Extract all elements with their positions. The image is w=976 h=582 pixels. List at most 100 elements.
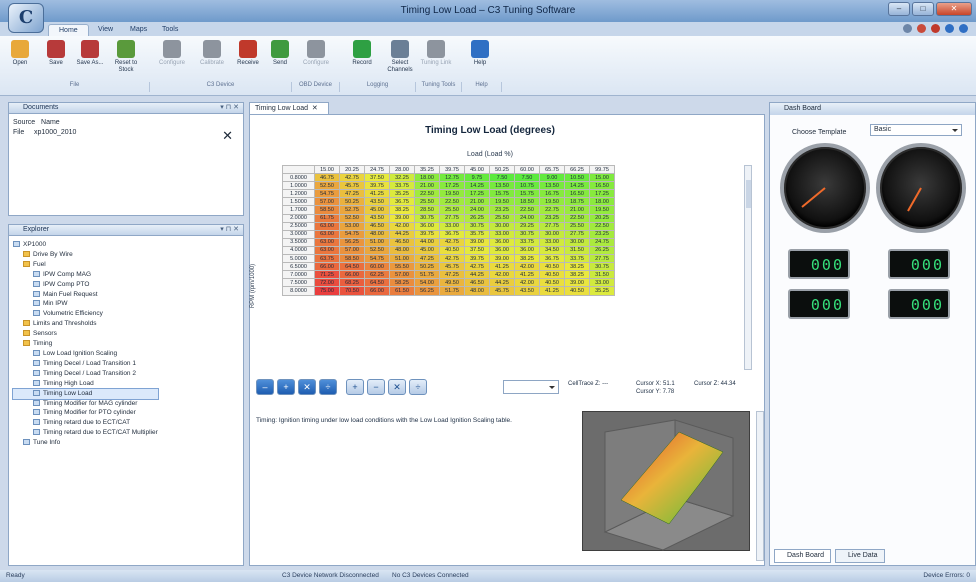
table-cell[interactable]: 35.25 <box>389 189 415 199</box>
reset-to-stock-button[interactable]: Reset to Stock <box>110 38 142 82</box>
tree-item[interactable]: Timing High Load <box>13 379 158 389</box>
tree-item[interactable]: Low Load Ignition Scaling <box>13 349 158 359</box>
table-cell[interactable]: 30.75 <box>514 229 540 239</box>
table-cell[interactable]: 52.75 <box>339 205 365 215</box>
table-cell[interactable]: 48.00 <box>389 245 415 256</box>
table-cell[interactable]: 61.75 <box>314 213 340 223</box>
table-cell[interactable]: 23.25 <box>489 205 515 215</box>
table-cell[interactable]: 46.75 <box>314 173 340 183</box>
table-cell[interactable]: 41.25 <box>539 286 565 296</box>
table-cell[interactable]: 9.75 <box>464 173 490 183</box>
table-cell[interactable]: 38.25 <box>564 270 590 280</box>
add-button[interactable]: + <box>346 379 364 395</box>
receive-button[interactable]: Receive <box>232 38 264 82</box>
table-cell[interactable]: 36.00 <box>414 221 440 231</box>
row-header[interactable]: 5.0000 <box>282 254 315 264</box>
column-header[interactable]: 15.00 <box>314 164 340 175</box>
row-header[interactable]: 3.0000 <box>282 229 315 239</box>
tree-item[interactable]: Main Fuel Request <box>13 290 158 300</box>
document-row[interactable]: File xp1000_2010 <box>13 128 76 138</box>
table-cell[interactable]: 40.50 <box>564 286 590 296</box>
table-cell[interactable]: 44.25 <box>464 270 490 280</box>
table-cell[interactable]: 27.75 <box>439 213 465 223</box>
table-cell[interactable]: 7.50 <box>489 173 515 183</box>
table-cell[interactable]: 15.75 <box>489 189 515 199</box>
select-channels-button[interactable]: Select Channels <box>384 38 416 82</box>
table-cell[interactable]: 63.00 <box>314 245 340 256</box>
table-cell[interactable]: 45.75 <box>439 262 465 272</box>
table-cell[interactable]: 32.25 <box>389 173 415 183</box>
table-cell[interactable]: 39.75 <box>464 254 490 264</box>
table-cell[interactable]: 47.25 <box>439 270 465 280</box>
column-name[interactable]: Name <box>41 119 60 126</box>
table-cell[interactable]: 20.25 <box>589 213 615 223</box>
send-button[interactable]: Send <box>264 38 296 82</box>
table-cell[interactable]: 30.00 <box>539 229 565 239</box>
row-header[interactable]: 1.5000 <box>282 197 315 207</box>
row-header[interactable]: 0.8000 <box>282 173 315 183</box>
row-header[interactable]: 6.5000 <box>282 262 315 272</box>
table-cell[interactable]: 43.50 <box>364 197 390 207</box>
column-header[interactable]: 45.00 <box>464 164 490 175</box>
table-cell[interactable]: 58.50 <box>339 254 365 264</box>
table-cell[interactable]: 64.50 <box>364 278 390 288</box>
table-cell[interactable]: 22.50 <box>514 205 540 215</box>
table-cell[interactable]: 66.00 <box>314 262 340 272</box>
table-cell[interactable]: 39.00 <box>489 254 515 264</box>
open-button[interactable]: Open <box>4 38 36 82</box>
table-cell[interactable]: 57.00 <box>339 245 365 256</box>
tree-item[interactable]: Timing Decel / Load Transition 1 <box>13 359 158 369</box>
table-cell[interactable]: 70.50 <box>339 286 365 296</box>
minimize-button[interactable]: – <box>888 2 910 16</box>
subtract-button[interactable]: − <box>367 379 385 395</box>
scroll-thumb[interactable] <box>746 180 751 208</box>
maximize-button[interactable]: □ <box>912 2 934 16</box>
table-cell[interactable]: 44.25 <box>389 229 415 239</box>
table-cell[interactable]: 16.50 <box>589 181 615 191</box>
table-cell[interactable]: 42.75 <box>439 254 465 264</box>
table-cell[interactable]: 52.50 <box>314 181 340 191</box>
table-cell[interactable]: 55.50 <box>389 262 415 272</box>
table-cell[interactable]: 46.50 <box>464 278 490 288</box>
table-cell[interactable]: 40.50 <box>539 262 565 272</box>
table-cell[interactable]: 41.25 <box>489 262 515 272</box>
table-cell[interactable]: 62.25 <box>364 270 390 280</box>
table-cell[interactable]: 33.00 <box>439 221 465 231</box>
table-cell[interactable]: 42.75 <box>464 262 490 272</box>
table-cell[interactable]: 39.75 <box>364 181 390 191</box>
table-cell[interactable]: 43.50 <box>364 213 390 223</box>
row-header[interactable]: 7.0000 <box>282 270 315 280</box>
tab-timing-low-load[interactable]: Timing Low Load ✕ <box>249 102 329 114</box>
options-icon[interactable] <box>917 24 926 33</box>
table-cell[interactable]: 18.00 <box>414 173 440 183</box>
table-cell[interactable]: 30.00 <box>489 221 515 231</box>
table-cell[interactable]: 63.00 <box>314 229 340 239</box>
tab-home[interactable]: Home <box>48 24 89 36</box>
tree-item[interactable]: Sensors <box>13 329 158 339</box>
table-cell[interactable]: 33.00 <box>489 229 515 239</box>
tree-item[interactable]: IPW Comp MAG <box>13 270 158 280</box>
status-device-errors[interactable]: Device Errors: 0 <box>923 570 970 582</box>
table-cell[interactable]: 42.00 <box>514 262 540 272</box>
table-cell[interactable]: 54.75 <box>339 229 365 239</box>
table-cell[interactable]: 13.50 <box>539 181 565 191</box>
table-cell[interactable]: 15.75 <box>514 189 540 199</box>
table-cell[interactable]: 19.50 <box>489 197 515 207</box>
grid-scrollbar[interactable] <box>744 165 752 370</box>
table-cell[interactable]: 22.50 <box>414 189 440 199</box>
table-cell[interactable]: 12.75 <box>439 173 465 183</box>
table-cell[interactable]: 35.75 <box>464 229 490 239</box>
column-source[interactable]: Source <box>13 119 35 126</box>
table-cell[interactable]: 40.50 <box>439 245 465 256</box>
increase-button[interactable]: + <box>277 379 295 395</box>
table-cell[interactable]: 30.75 <box>589 262 615 272</box>
table-cell[interactable]: 36.00 <box>489 237 515 247</box>
table-cell[interactable]: 51.00 <box>364 237 390 247</box>
column-header[interactable]: 35.25 <box>414 164 440 175</box>
divide-button[interactable]: ÷ <box>319 379 337 395</box>
template-select[interactable]: Basic <box>870 124 962 136</box>
table-cell[interactable]: 16.75 <box>539 189 565 199</box>
exit-icon[interactable] <box>931 24 940 33</box>
tuning-link-button[interactable]: Tuning Link <box>420 38 452 82</box>
table-cell[interactable]: 39.00 <box>389 213 415 223</box>
